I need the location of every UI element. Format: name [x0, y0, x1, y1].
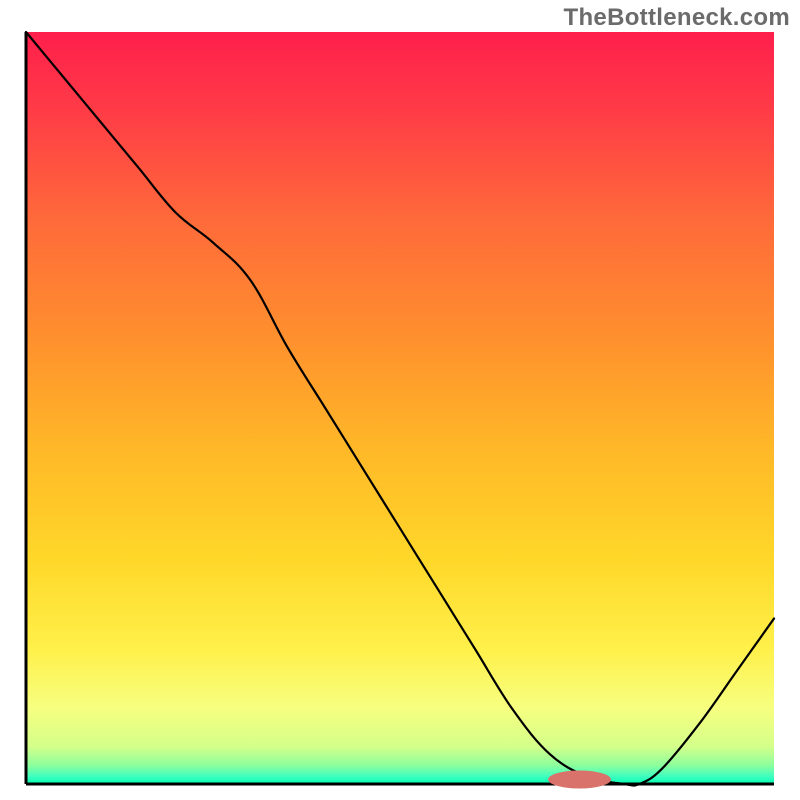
chart-container: TheBottleneck.com — [0, 0, 800, 800]
optimum-marker — [548, 770, 611, 788]
plot-area — [20, 30, 780, 790]
chart-svg — [20, 30, 780, 790]
watermark-text: TheBottleneck.com — [564, 4, 790, 32]
gradient-background — [26, 32, 774, 784]
